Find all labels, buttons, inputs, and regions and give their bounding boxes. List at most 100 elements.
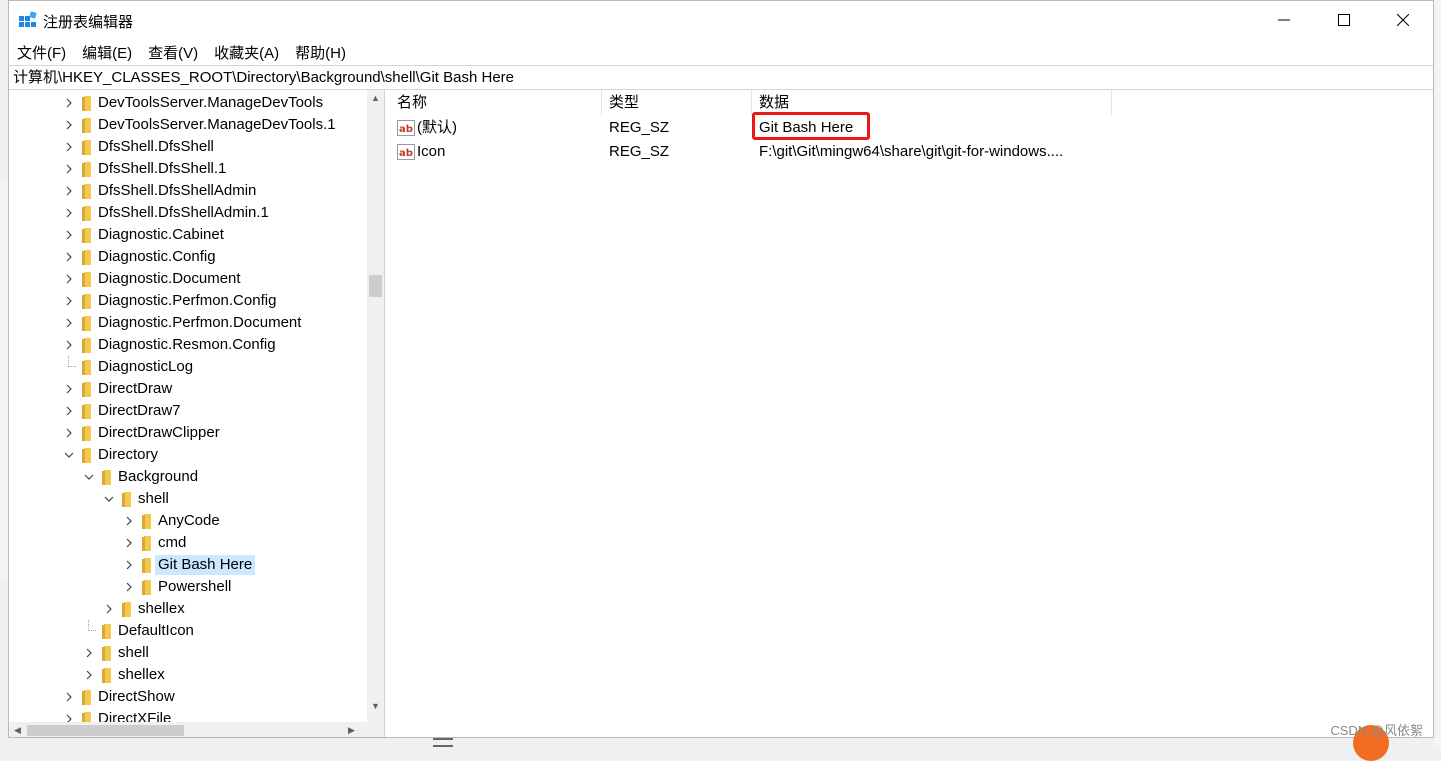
tree-item[interactable]: Powershell <box>9 576 367 598</box>
value-row[interactable]: ab (默认) REG_SZ Git Bash Here <box>390 116 1433 140</box>
folder-icon <box>142 514 151 529</box>
chevron-right-icon[interactable] <box>64 384 74 394</box>
folder-icon <box>82 162 91 177</box>
tree-item[interactable]: shellex <box>9 664 367 686</box>
chevron-right-icon[interactable] <box>64 120 74 130</box>
tree-item-label: Diagnostic.Perfmon.Document <box>98 314 302 331</box>
menu-favorites[interactable]: 收藏夹(A) <box>214 42 279 63</box>
value-row[interactable]: ab Icon REG_SZ F:\git\Git\mingw64\share\… <box>390 140 1433 164</box>
tree-item[interactable]: DfsShell.DfsShell.1 <box>9 158 367 180</box>
tree-item[interactable]: Diagnostic.Cabinet <box>9 224 367 246</box>
tree-item-label: shellex <box>138 600 185 617</box>
tree-item-label: Background <box>118 468 199 485</box>
tree-horizontal-scroll-thumb[interactable] <box>27 725 184 736</box>
chevron-right-icon[interactable] <box>64 186 74 196</box>
tree-item[interactable]: DfsShell.DfsShellAdmin <box>9 180 367 202</box>
chevron-right-icon[interactable] <box>64 230 74 240</box>
folder-icon <box>102 624 111 639</box>
scroll-right-icon[interactable]: ▶ <box>343 722 360 737</box>
scroll-up-icon[interactable]: ▲ <box>367 90 384 107</box>
folder-icon <box>82 206 91 221</box>
tree-item[interactable]: DfsShell.DfsShell <box>9 136 367 158</box>
column-name-header[interactable]: 名称 <box>390 90 602 116</box>
key-tree-pane: DevToolsServer.ManageDevTools DevToolsSer… <box>9 90 385 737</box>
folder-icon <box>82 184 91 199</box>
tree-item[interactable]: Diagnostic.Config <box>9 246 367 268</box>
tree-item-label: Diagnostic.Resmon.Config <box>98 336 276 353</box>
tree-item[interactable]: Git Bash Here <box>9 554 367 576</box>
minimize-button[interactable] <box>1255 1 1313 39</box>
tree-item[interactable]: Diagnostic.Perfmon.Document <box>9 312 367 334</box>
tree-item[interactable]: Background <box>9 466 367 488</box>
tree-item[interactable]: shellex <box>9 598 367 620</box>
folder-icon <box>122 492 131 507</box>
tree-item[interactable]: cmd <box>9 532 367 554</box>
menu-file[interactable]: 文件(F) <box>17 42 66 63</box>
chevron-right-icon[interactable] <box>64 340 74 350</box>
tree-item[interactable]: DevToolsServer.ManageDevTools.1 <box>9 114 367 136</box>
tree-item[interactable]: Diagnostic.Perfmon.Config <box>9 290 367 312</box>
menu-help[interactable]: 帮助(H) <box>295 42 346 63</box>
menu-edit[interactable]: 编辑(E) <box>82 42 132 63</box>
tree-item[interactable]: AnyCode <box>9 510 367 532</box>
tree-item[interactable]: Directory <box>9 444 367 466</box>
tree-item[interactable]: DevToolsServer.ManageDevTools <box>9 92 367 114</box>
chevron-right-icon[interactable] <box>64 98 74 108</box>
chevron-right-icon[interactable] <box>64 296 74 306</box>
tree-vertical-scroll-thumb[interactable] <box>369 275 382 297</box>
chevron-right-icon[interactable] <box>104 604 114 614</box>
scroll-down-icon[interactable]: ▼ <box>367 698 384 715</box>
folder-icon <box>82 360 91 375</box>
chevron-right-icon[interactable] <box>64 252 74 262</box>
chevron-right-icon[interactable] <box>124 516 134 526</box>
chevron-right-icon[interactable] <box>64 142 74 152</box>
chevron-right-icon[interactable] <box>64 318 74 328</box>
address-bar[interactable]: 计算机\HKEY_CLASSES_ROOT\Directory\Backgrou… <box>9 65 1433 90</box>
tree-item-label: Powershell <box>158 578 232 595</box>
tree-item[interactable]: shell <box>9 488 367 510</box>
chevron-down-icon[interactable] <box>84 472 94 482</box>
chevron-right-icon[interactable] <box>64 208 74 218</box>
chevron-right-icon[interactable] <box>64 692 74 702</box>
tree-item[interactable]: Diagnostic.Resmon.Config <box>9 334 367 356</box>
scroll-left-icon[interactable]: ◀ <box>9 722 26 737</box>
tree-item[interactable]: DirectShow <box>9 686 367 708</box>
maximize-button[interactable] <box>1315 1 1373 39</box>
folder-icon <box>82 448 91 463</box>
column-type-header[interactable]: 类型 <box>602 90 752 116</box>
chevron-right-icon[interactable] <box>124 582 134 592</box>
tree-item[interactable]: DirectDraw <box>9 378 367 400</box>
tree-item[interactable]: DirectDraw7 <box>9 400 367 422</box>
chevron-right-icon[interactable] <box>64 274 74 284</box>
tree-vertical-scrollbar[interactable]: ▲ ▼ <box>367 90 384 722</box>
chevron-down-icon[interactable] <box>64 450 74 460</box>
string-value-icon: ab <box>397 144 415 160</box>
chevron-right-icon[interactable] <box>64 428 74 438</box>
tree-item-label: DirectDraw7 <box>98 402 181 419</box>
tree-item[interactable]: DefaultIcon <box>9 620 367 642</box>
folder-icon <box>142 558 151 573</box>
chevron-down-icon[interactable] <box>104 494 114 504</box>
close-button[interactable] <box>1374 1 1432 39</box>
chevron-right-icon[interactable] <box>84 648 94 658</box>
chevron-right-icon[interactable] <box>124 560 134 570</box>
folder-icon <box>82 140 91 155</box>
tree-item[interactable]: DirectDrawClipper <box>9 422 367 444</box>
tree-item-label: DirectDrawClipper <box>98 424 220 441</box>
tree-item[interactable]: DfsShell.DfsShellAdmin.1 <box>9 202 367 224</box>
chevron-right-icon[interactable] <box>124 538 134 548</box>
folder-icon <box>82 118 91 133</box>
tree-item[interactable]: DiagnosticLog <box>9 356 367 378</box>
menu-view[interactable]: 查看(V) <box>148 42 198 63</box>
registry-editor-icon <box>19 11 37 27</box>
tree-item[interactable]: Diagnostic.Document <box>9 268 367 290</box>
chevron-right-icon[interactable] <box>64 164 74 174</box>
folder-icon <box>82 294 91 309</box>
chevron-right-icon[interactable] <box>84 670 94 680</box>
folder-icon <box>82 272 91 287</box>
tree-horizontal-scrollbar[interactable]: ◀ ▶ <box>9 722 384 737</box>
key-tree: DevToolsServer.ManageDevTools DevToolsSer… <box>9 92 367 730</box>
folder-icon <box>82 426 91 441</box>
chevron-right-icon[interactable] <box>64 406 74 416</box>
tree-item[interactable]: shell <box>9 642 367 664</box>
